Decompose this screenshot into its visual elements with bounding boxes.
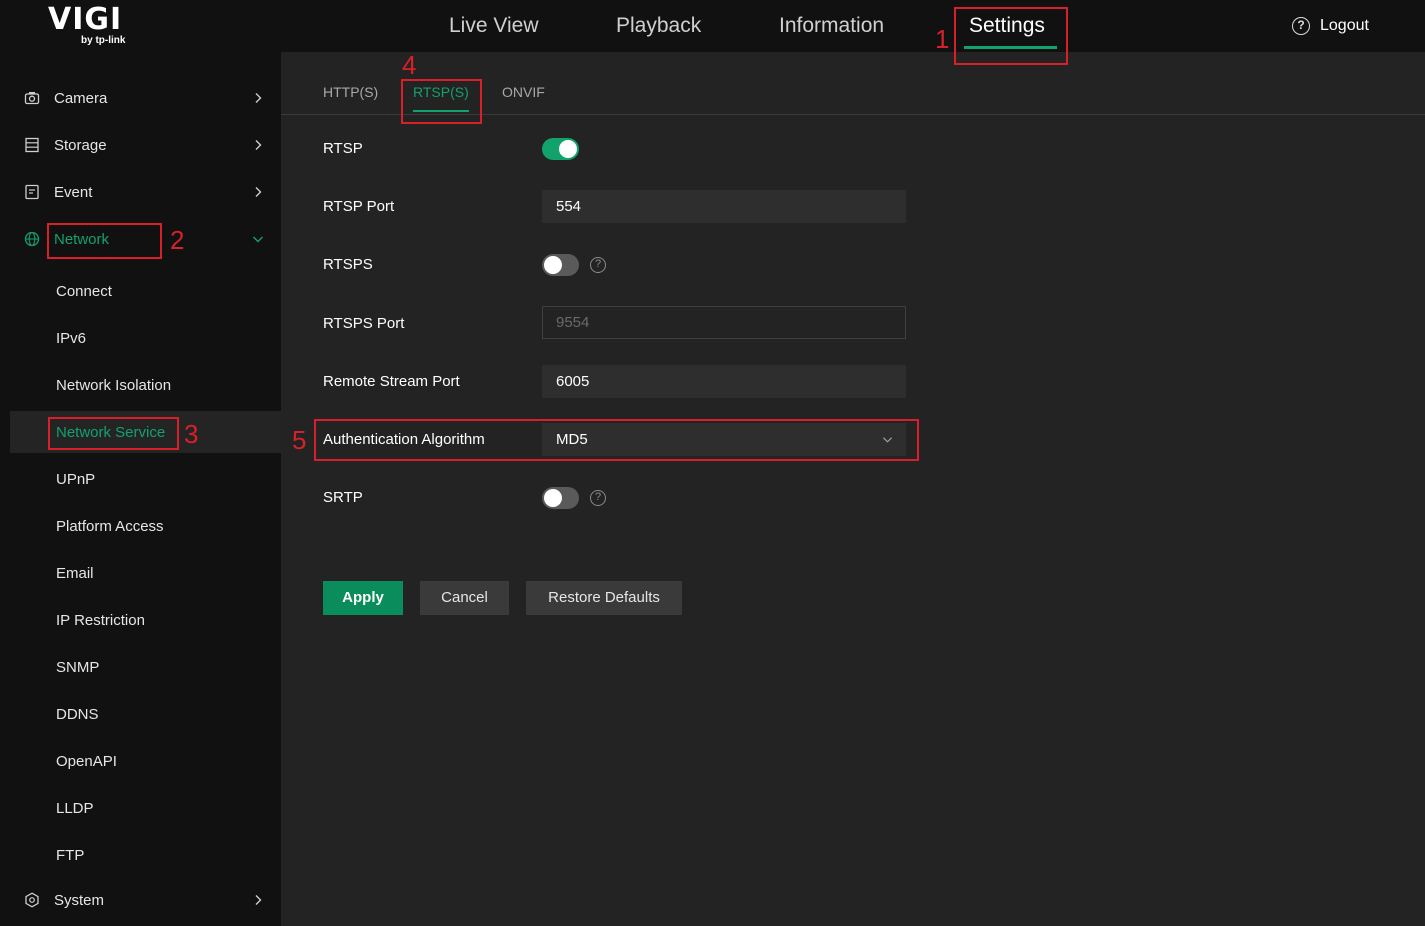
sidebar-subitem-label: Email [56,564,94,582]
sidebar-subitem-email[interactable]: Email [10,552,281,594]
srtp-help-icon[interactable]: ? [590,490,606,506]
sidebar-item-label: Camera [54,89,108,107]
camera-icon [24,92,40,105]
chevron-right-icon [255,895,262,905]
tab-bar: HTTP(S) RTSP(S) ONVIF [281,52,1425,115]
auth-algorithm-select[interactable]: MD5 [542,423,906,456]
nav-settings[interactable]: Settings [969,0,1045,52]
rtsps-port-label: RTSPS Port [323,315,405,332]
nav-information[interactable]: Information [779,0,884,52]
main-panel: HTTP(S) RTSP(S) ONVIF RTSP RTSP Port 554… [281,52,1425,926]
sidebar-item-network[interactable]: Network [0,219,281,259]
tab-onvif[interactable]: ONVIF [502,84,545,100]
sidebar-subitem-lldp[interactable]: LLDP [10,787,281,829]
nav-live-view[interactable]: Live View [449,0,539,52]
logo-subtext: by tp-link [81,35,126,46]
sidebar-subitem-ddns[interactable]: DDNS [10,693,281,735]
sidebar-subitem-ip-restriction[interactable]: IP Restriction [10,599,281,641]
sidebar-subitem-snmp[interactable]: SNMP [10,646,281,688]
event-icon [25,184,39,200]
logout-label: Logout [1320,17,1369,34]
sidebar-subitem-label: IPv6 [56,329,87,347]
help-icon: ? [1292,17,1310,35]
auth-algorithm-value: MD5 [556,431,588,448]
sidebar-subitem-label: Network Service [56,423,166,441]
sidebar-subitem-label: Connect [56,282,112,300]
sidebar-subitem-label: SNMP [56,658,100,676]
toggle-knob [559,140,577,158]
sidebar-subitem-label: DDNS [56,705,99,723]
sidebar-item-event[interactable]: Event [0,172,281,212]
cancel-button[interactable]: Cancel [420,581,509,615]
globe-icon [24,231,40,247]
sidebar-subitem-label: FTP [56,846,85,864]
sidebar: Camera Storage Event Network Connect IPv… [0,52,281,926]
sidebar-subitem-label: Network Isolation [56,376,172,394]
srtp-label: SRTP [323,489,363,506]
toggle-knob [544,489,562,507]
rtsp-port-label: RTSP Port [323,198,395,215]
sidebar-item-label: System [54,891,105,909]
remote-stream-port-input[interactable]: 6005 [542,365,906,398]
system-icon [25,892,39,908]
tab-https[interactable]: HTTP(S) [323,84,378,100]
remote-stream-port-label: Remote Stream Port [323,373,460,390]
sidebar-subitem-upnp[interactable]: UPnP [10,458,281,500]
rtsps-help-icon[interactable]: ? [590,257,606,273]
rtsps-label: RTSPS [323,256,373,273]
nav-active-indicator [964,46,1057,49]
nav-playback[interactable]: Playback [616,0,701,52]
sidebar-subitem-openapi[interactable]: OpenAPI [10,740,281,782]
sidebar-subitem-connect[interactable]: Connect [10,270,281,312]
sidebar-subitem-network-isolation[interactable]: Network Isolation [10,364,281,406]
chevron-right-icon [255,187,262,197]
rtsp-port-input[interactable]: 554 [542,190,906,223]
sidebar-subitem-label: Platform Access [56,517,164,535]
sidebar-item-system[interactable]: System [0,880,281,920]
rtsps-port-input: 9554 [542,306,906,339]
sidebar-item-camera[interactable]: Camera [0,78,281,118]
sidebar-item-label: Network [54,230,110,248]
restore-defaults-button[interactable]: Restore Defaults [526,581,682,615]
chevron-down-icon [253,236,263,243]
srtp-toggle[interactable] [542,487,579,509]
chevron-down-icon [882,437,893,443]
sidebar-subitem-ipv6[interactable]: IPv6 [10,317,281,359]
sidebar-item-label: Event [54,183,93,201]
logout-button[interactable]: ? Logout [1292,14,1369,38]
rtsp-label: RTSP [323,140,363,157]
chevron-right-icon [255,93,262,103]
logo-text: VIGI [48,2,123,37]
sidebar-subitem-ftp[interactable]: FTP [10,834,281,876]
tab-active-indicator [413,110,469,112]
sidebar-subitem-label: LLDP [56,799,94,817]
sidebar-item-storage[interactable]: Storage [0,125,281,165]
sidebar-subitem-network-service[interactable]: Network Service [10,411,281,453]
top-bar: VIGI by tp-link Live View Playback Infor… [0,0,1425,52]
sidebar-subitem-label: OpenAPI [56,752,117,770]
sidebar-subitem-label: UPnP [56,470,96,488]
rtsp-toggle[interactable] [542,138,579,160]
apply-button[interactable]: Apply [323,581,403,615]
sidebar-item-label: Storage [54,136,107,154]
storage-icon [25,137,39,153]
rtsps-toggle[interactable] [542,254,579,276]
toggle-knob [544,256,562,274]
sidebar-subitem-label: IP Restriction [56,611,145,629]
chevron-right-icon [255,140,262,150]
tab-rtsps[interactable]: RTSP(S) [413,84,469,100]
vigi-logo: VIGI by tp-link [48,4,138,48]
auth-algorithm-label: Authentication Algorithm [323,431,485,448]
sidebar-subitem-platform-access[interactable]: Platform Access [10,505,281,547]
